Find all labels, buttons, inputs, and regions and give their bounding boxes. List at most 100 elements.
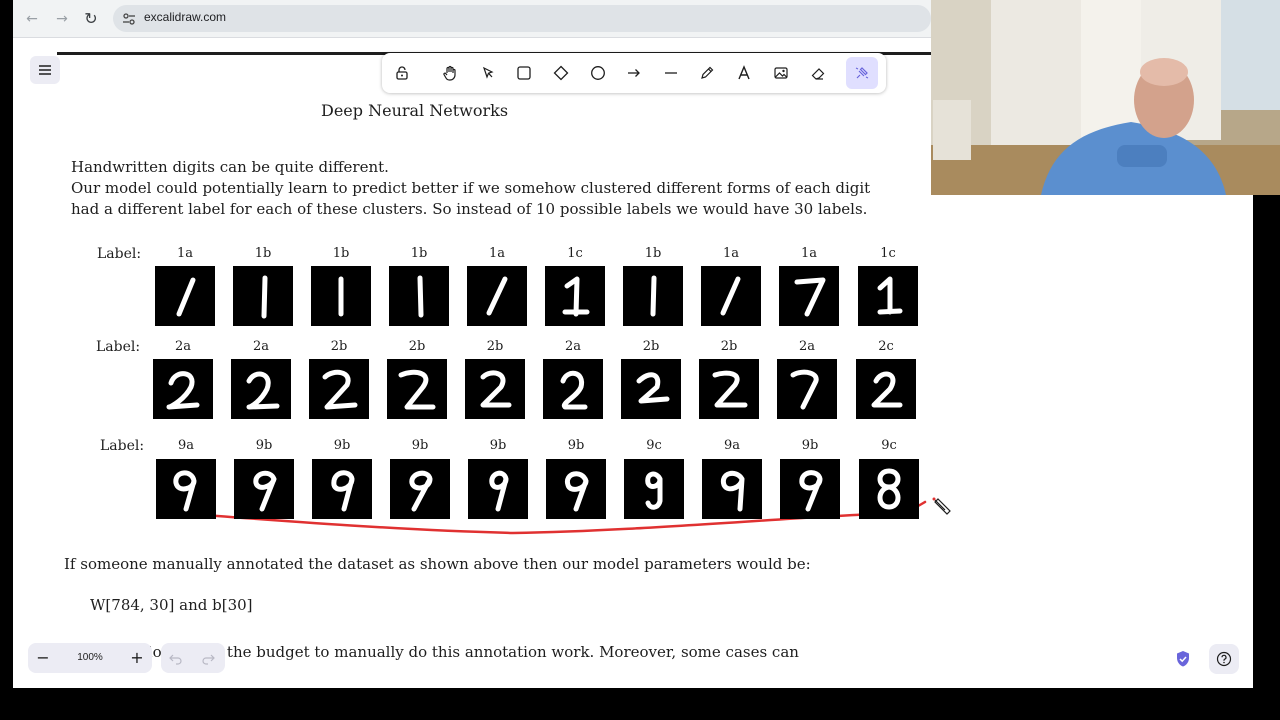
digit-image-2[interactable] — [465, 359, 525, 419]
digit-image-1[interactable] — [233, 266, 293, 326]
digit-image-2[interactable] — [856, 359, 916, 419]
cluster-label[interactable]: 2c — [856, 339, 916, 354]
row-label-1[interactable]: Label: — [97, 246, 141, 262]
digit-image-1[interactable] — [858, 266, 918, 326]
cluster-label[interactable]: 1b — [311, 246, 371, 261]
redo-icon[interactable] — [201, 651, 215, 665]
cluster-label[interactable]: 9b — [312, 438, 372, 453]
row-label-3[interactable]: Label: — [100, 438, 144, 454]
address-bar[interactable]: excalidraw.com — [113, 5, 931, 32]
digit-image-2[interactable] — [153, 359, 213, 419]
cluster-label[interactable]: 1c — [858, 246, 918, 261]
cluster-label[interactable]: 1a — [155, 246, 215, 261]
cluster-label[interactable]: 9b — [468, 438, 528, 453]
zoom-in-button[interactable]: + — [122, 643, 152, 673]
line-tool-button[interactable] — [655, 57, 687, 89]
cluster-label[interactable]: 9b — [234, 438, 294, 453]
params-text[interactable]: W[784, 30] and b[30] — [90, 596, 253, 614]
eraser-tool-button[interactable] — [802, 57, 834, 89]
digit-image-9[interactable] — [390, 459, 450, 519]
handwritten-digit-stroke — [650, 275, 657, 317]
digit-image-1[interactable] — [389, 266, 449, 326]
digit-image-9[interactable] — [780, 459, 840, 519]
forward-icon[interactable]: → — [51, 8, 73, 30]
shield-check-icon[interactable] — [1175, 650, 1191, 668]
image-tool-button[interactable] — [765, 57, 797, 89]
digit-image-9[interactable] — [859, 459, 919, 519]
digit-image-1[interactable] — [701, 266, 761, 326]
cluster-label[interactable]: 9b — [546, 438, 606, 453]
digit-image-1[interactable] — [155, 266, 215, 326]
cluster-label[interactable]: 9b — [390, 438, 450, 453]
paragraph-line-2[interactable]: Our model could potentially learn to pre… — [71, 179, 870, 197]
lock-tool-button[interactable] — [386, 57, 418, 89]
cluster-label[interactable]: 1a — [467, 246, 527, 261]
digit-image-9[interactable] — [468, 459, 528, 519]
cluster-label[interactable]: 2a — [153, 339, 213, 354]
main-menu-button[interactable] — [30, 56, 60, 84]
cluster-label[interactable]: 9c — [624, 438, 684, 453]
site-settings-icon[interactable] — [122, 12, 136, 26]
cluster-label[interactable]: 2b — [699, 339, 759, 354]
hand-tool-button[interactable] — [434, 57, 466, 89]
presenter-webcam-video — [931, 0, 1280, 195]
zoom-out-button[interactable]: − — [28, 643, 58, 673]
paragraph-line-1[interactable]: Handwritten digits can be quite differen… — [71, 158, 389, 176]
row-label-2[interactable]: Label: — [96, 339, 140, 355]
cluster-label[interactable]: 2b — [309, 339, 369, 354]
laser-pointer-tool-button[interactable] — [846, 57, 878, 89]
cluster-label[interactable]: 1b — [623, 246, 683, 261]
undo-icon[interactable] — [169, 651, 183, 665]
cluster-label[interactable]: 1a — [779, 246, 839, 261]
cluster-label[interactable]: 9c — [859, 438, 919, 453]
digit-image-2[interactable] — [777, 359, 837, 419]
drawing-title[interactable]: Deep Neural Networks — [321, 101, 508, 120]
digit-image-2[interactable] — [621, 359, 681, 419]
handwritten-digit-stroke — [261, 275, 268, 319]
budget-text[interactable]: don't have the budget to manually do thi… — [143, 643, 799, 661]
digit-image-9[interactable] — [546, 459, 606, 519]
digit-image-1[interactable] — [311, 266, 371, 326]
digit-image-2[interactable] — [309, 359, 369, 419]
digit-image-9[interactable] — [312, 459, 372, 519]
digit-image-9[interactable] — [156, 459, 216, 519]
digit-image-9[interactable] — [624, 459, 684, 519]
digit-image-2[interactable] — [387, 359, 447, 419]
diamond-tool-button[interactable] — [545, 57, 577, 89]
digit-image-1[interactable] — [545, 266, 605, 326]
cluster-label[interactable]: 1a — [701, 246, 761, 261]
back-icon[interactable]: ← — [21, 8, 43, 30]
cluster-label[interactable]: 2a — [777, 339, 837, 354]
rectangle-tool-button[interactable] — [508, 57, 540, 89]
url-text[interactable]: excalidraw.com — [144, 10, 226, 24]
cluster-label[interactable]: 9a — [702, 438, 762, 453]
cluster-label[interactable]: 2b — [465, 339, 525, 354]
digit-image-2[interactable] — [231, 359, 291, 419]
annotation-sentence[interactable]: If someone manually annotated the datase… — [64, 555, 811, 573]
digit-image-9[interactable] — [702, 459, 762, 519]
cluster-label[interactable]: 1c — [545, 246, 605, 261]
text-tool-button[interactable] — [728, 57, 760, 89]
digit-image-2[interactable] — [699, 359, 759, 419]
cluster-label[interactable]: 9a — [156, 438, 216, 453]
arrow-tool-button[interactable] — [618, 57, 650, 89]
reload-icon[interactable]: ↻ — [80, 8, 102, 30]
digit-image-1[interactable] — [623, 266, 683, 326]
digit-image-1[interactable] — [467, 266, 527, 326]
cluster-label[interactable]: 2b — [387, 339, 447, 354]
draw-tool-button[interactable] — [691, 57, 723, 89]
paragraph-line-3[interactable]: had a different label for each of these … — [71, 200, 867, 218]
digit-image-2[interactable] — [543, 359, 603, 419]
cluster-label[interactable]: 1b — [389, 246, 449, 261]
help-button[interactable] — [1209, 644, 1239, 674]
selection-tool-button[interactable] — [472, 57, 504, 89]
cluster-label[interactable]: 2a — [543, 339, 603, 354]
ellipse-tool-button[interactable] — [582, 57, 614, 89]
digit-image-1[interactable] — [779, 266, 839, 326]
cluster-label[interactable]: 1b — [233, 246, 293, 261]
cluster-label[interactable]: 9b — [780, 438, 840, 453]
zoom-reset-button[interactable]: 100% — [60, 643, 120, 673]
digit-image-9[interactable] — [234, 459, 294, 519]
cluster-label[interactable]: 2b — [621, 339, 681, 354]
cluster-label[interactable]: 2a — [231, 339, 291, 354]
